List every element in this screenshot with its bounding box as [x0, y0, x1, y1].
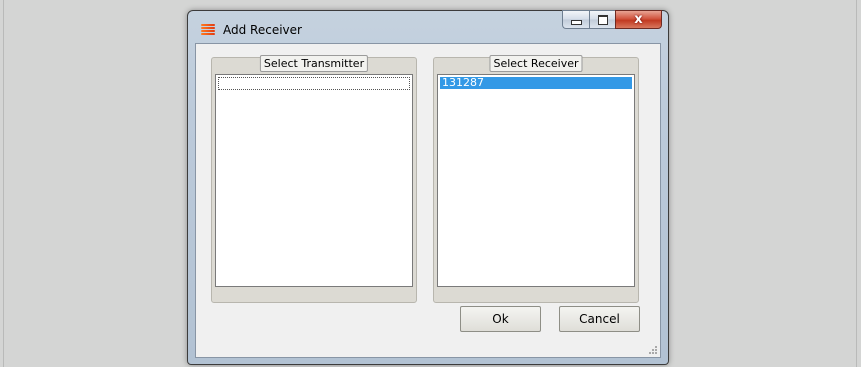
receiver-list-item[interactable]: 131287 [440, 77, 632, 89]
receiver-listbox[interactable]: 131287 [437, 74, 635, 287]
focus-rectangle [218, 77, 410, 90]
cancel-button[interactable]: Cancel [559, 306, 640, 332]
maximize-icon [597, 14, 608, 25]
transmitter-listbox[interactable] [215, 74, 413, 287]
select-receiver-label: Select Receiver [489, 55, 583, 72]
minimize-icon [570, 20, 582, 25]
select-receiver-group: Select Receiver 131287 [433, 55, 639, 303]
dialog-body: Select Transmitter Select Receiver 13128… [195, 43, 661, 358]
window-controls: x [562, 10, 662, 29]
window-title: Add Receiver [223, 23, 302, 37]
select-transmitter-group: Select Transmitter [211, 55, 417, 303]
app-icon [201, 24, 215, 37]
close-button[interactable]: x [615, 10, 662, 29]
maximize-button[interactable] [589, 10, 615, 29]
resize-grip[interactable] [649, 346, 657, 354]
close-icon: x [634, 12, 643, 27]
add-receiver-dialog: Add Receiver x Select Transmitter Select… [187, 10, 669, 365]
ok-button[interactable]: Ok [460, 306, 541, 332]
select-transmitter-label: Select Transmitter [259, 55, 369, 72]
minimize-button[interactable] [562, 10, 589, 29]
